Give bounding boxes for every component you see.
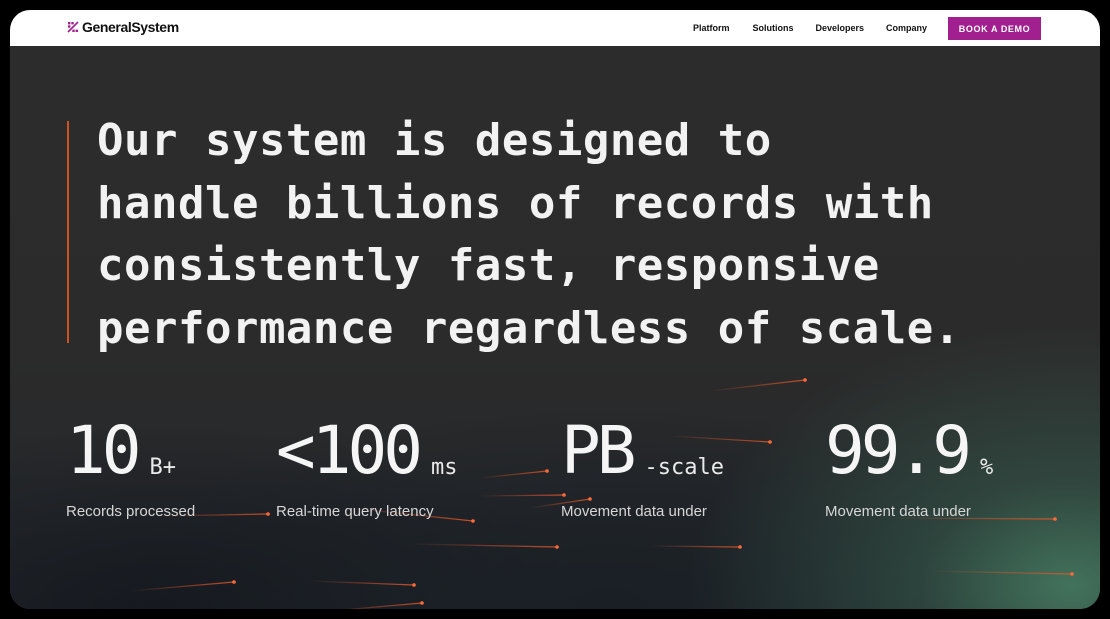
logo-mark-icon: [67, 21, 79, 33]
hero-headline: Our system is designed to handle billion…: [97, 110, 1037, 360]
headline-line: performance regardless of scale.: [97, 302, 961, 354]
stat-unit: ms: [430, 455, 458, 480]
nav-item-platform[interactable]: Platform: [693, 23, 730, 33]
site-header: GeneralSystem Platform Solutions Develop…: [10, 10, 1100, 46]
stat-label: Movement data under: [825, 503, 971, 520]
stat-label: Movement data under: [561, 503, 707, 520]
stat-query-latency: <100 ms Real-time query latency: [276, 411, 457, 520]
headline-line: handle billions of records with: [97, 177, 934, 229]
brand-logo[interactable]: GeneralSystem: [67, 19, 179, 35]
main-nav: Platform Solutions Developers Company: [693, 10, 927, 46]
stat-value: <100: [276, 412, 423, 489]
stat-data-scale: PB -scale Movement data under: [561, 411, 724, 520]
stat-value: 10: [66, 412, 142, 489]
device-frame: GeneralSystem Platform Solutions Develop…: [0, 0, 1110, 619]
hero-section: Our system is designed to handle billion…: [10, 46, 1100, 609]
book-demo-button[interactable]: BOOK A DEMO: [948, 17, 1041, 40]
stat-label: Real-time query latency: [276, 503, 434, 520]
stat-value: 99.9: [825, 412, 972, 489]
stat-value: PB: [561, 412, 637, 489]
headline-line: Our system is designed to: [97, 115, 772, 166]
stat-label: Records processed: [66, 503, 196, 520]
headline-line: consistently fast, responsive: [97, 240, 880, 291]
stat-unit: -scale: [644, 455, 724, 480]
stat-unit: B+: [149, 455, 176, 480]
browser-viewport: GeneralSystem Platform Solutions Develop…: [10, 10, 1100, 609]
stat-records-processed: 10 B+ Records processed: [66, 411, 195, 520]
nav-item-solutions[interactable]: Solutions: [753, 23, 794, 33]
brand-name: GeneralSystem: [82, 19, 179, 35]
quote-accent-bar: [67, 121, 69, 343]
stat-uptime: 99.9% Movement data under: [825, 411, 993, 520]
stat-unit: %: [979, 455, 994, 480]
nav-item-company[interactable]: Company: [886, 23, 927, 33]
nav-item-developers[interactable]: Developers: [816, 23, 865, 33]
